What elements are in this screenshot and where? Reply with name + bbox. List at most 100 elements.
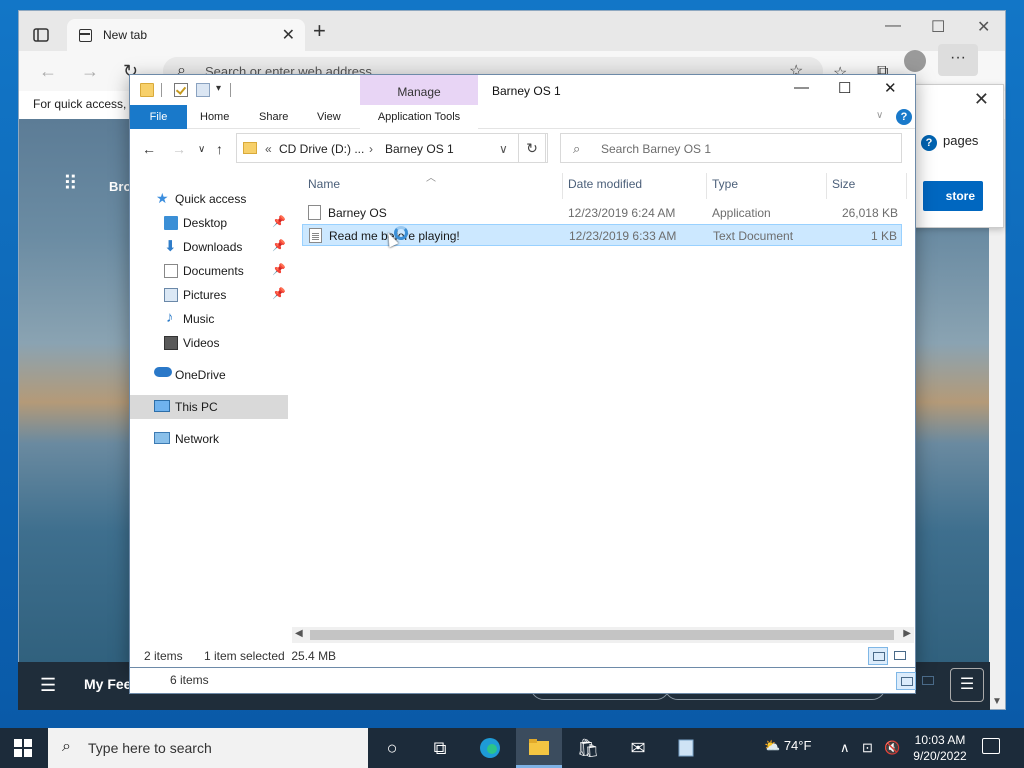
popup-store-button[interactable]: store bbox=[923, 181, 983, 211]
forward-icon[interactable]: → bbox=[81, 61, 99, 82]
pin-icon[interactable]: 📌 bbox=[272, 287, 286, 300]
tab-actions-icon[interactable] bbox=[29, 23, 53, 47]
popup-close-icon[interactable]: ✕ bbox=[974, 89, 989, 110]
recent-locations-icon[interactable]: ∨ bbox=[198, 144, 205, 155]
sidebar-item-this-pc[interactable]: This PC bbox=[130, 395, 288, 419]
computer-icon bbox=[154, 400, 170, 412]
tab-file[interactable]: File bbox=[130, 105, 187, 129]
column-header-type[interactable]: Type bbox=[712, 177, 738, 191]
apps-grid-icon[interactable]: ⠿ bbox=[63, 171, 78, 196]
scroll-left-icon[interactable]: ◀ bbox=[295, 628, 303, 639]
scrollbar-thumb[interactable] bbox=[310, 630, 894, 640]
back-icon[interactable]: ← bbox=[39, 61, 57, 82]
browser-close-button[interactable]: ✕ bbox=[977, 17, 990, 37]
windows-start-icon[interactable] bbox=[14, 739, 32, 757]
tab-application-tools[interactable]: Application Tools bbox=[360, 105, 478, 129]
edge-icon[interactable] bbox=[478, 736, 502, 760]
breadcrumb-cd-drive[interactable]: CD Drive (D:) ... bbox=[279, 142, 364, 156]
download-icon: ⬇ bbox=[164, 238, 177, 255]
forward-icon[interactable]: → bbox=[172, 141, 186, 157]
sidebar-item-videos[interactable]: Videos bbox=[130, 331, 288, 355]
taskbar-search-input[interactable]: ⌕ Type here to search bbox=[48, 728, 368, 768]
help-icon: ? bbox=[921, 135, 937, 151]
store-icon[interactable]: 🛍 bbox=[576, 736, 600, 760]
column-header-size[interactable]: Size bbox=[832, 177, 855, 191]
hamburger-menu-icon[interactable]: ☰ bbox=[40, 675, 56, 696]
chevron-up-icon[interactable]: ∧ bbox=[840, 740, 850, 756]
new-folder-icon[interactable] bbox=[196, 83, 210, 97]
file-explorer-taskbar-button[interactable] bbox=[516, 728, 562, 768]
address-path[interactable]: « CD Drive (D:) ... › Barney OS 1 ∨ bbox=[236, 133, 548, 163]
application-file-icon bbox=[308, 205, 321, 220]
properties-icon[interactable] bbox=[174, 83, 188, 97]
clock[interactable]: 10:03 AM 9/20/2022 bbox=[908, 732, 972, 764]
large-icons-view-icon[interactable] bbox=[918, 672, 938, 690]
large-icons-view-icon[interactable] bbox=[890, 647, 910, 665]
mail-icon[interactable]: ✉ bbox=[626, 736, 650, 760]
customize-quick-access-icon[interactable]: ▾ bbox=[216, 83, 221, 94]
manage-contextual-tab[interactable]: Manage bbox=[360, 75, 478, 105]
music-icon: ♪ bbox=[166, 309, 174, 326]
volume-muted-icon[interactable]: 🔇 bbox=[884, 740, 900, 756]
weather-widget[interactable]: ⛅ 74°F bbox=[764, 738, 811, 754]
details-view-icon[interactable] bbox=[868, 647, 888, 665]
tab-home[interactable]: Home bbox=[200, 105, 229, 129]
desktop-icons-edge bbox=[0, 40, 18, 660]
path-overflow[interactable]: « bbox=[265, 142, 272, 156]
horizontal-scrollbar[interactable]: ◀ ▶ bbox=[292, 627, 914, 643]
details-view-icon[interactable] bbox=[896, 672, 916, 690]
column-header-name[interactable]: Name bbox=[308, 177, 340, 191]
taskbar-search-placeholder: Type here to search bbox=[88, 740, 212, 756]
browser-tab[interactable]: New tab ✕ bbox=[67, 19, 305, 51]
temperature: 74°F bbox=[783, 738, 812, 753]
new-tab-button[interactable]: + bbox=[313, 20, 326, 42]
cloud-icon bbox=[154, 367, 172, 377]
more-options-button[interactable]: ··· bbox=[938, 44, 978, 76]
notepad-icon[interactable] bbox=[674, 736, 698, 760]
help-icon[interactable]: ? bbox=[896, 109, 912, 125]
file-row[interactable]: Barney OS 12/23/2019 6:24 AM Application… bbox=[302, 202, 902, 224]
expand-ribbon-icon[interactable]: ∨ bbox=[876, 110, 883, 121]
sidebar-item-onedrive[interactable]: OneDrive bbox=[130, 363, 288, 387]
column-header-date[interactable]: Date modified bbox=[568, 177, 642, 191]
search-input[interactable]: ⌕ Search Barney OS 1 bbox=[560, 133, 902, 163]
background-explorer-status: 6 items bbox=[129, 668, 934, 694]
taskbar: ⌕ Type here to search ○ ⧉ 🛍 ✉ ⛅ 74°F ∧ ⊡… bbox=[0, 728, 1024, 768]
notification-center-icon[interactable] bbox=[982, 738, 1000, 754]
sidebar-item-music[interactable]: ♪ Music bbox=[130, 307, 288, 331]
maximize-button[interactable]: ☐ bbox=[838, 79, 851, 97]
feed-layout-icon[interactable]: ☰ bbox=[950, 668, 984, 702]
sidebar-item-desktop[interactable]: Desktop 📌 bbox=[130, 211, 288, 235]
sidebar-item-network[interactable]: Network bbox=[130, 427, 288, 451]
chevron-down-icon[interactable]: ∨ bbox=[499, 142, 508, 156]
pin-icon[interactable]: 📌 bbox=[272, 263, 286, 276]
sidebar-item-pictures[interactable]: Pictures 📌 bbox=[130, 283, 288, 307]
background-item-count: 6 items bbox=[170, 673, 209, 687]
navigation-pane: ★ Quick access Desktop 📌 ⬇ Downloads 📌 D… bbox=[130, 171, 290, 641]
scroll-right-icon[interactable]: ▶ bbox=[903, 628, 911, 639]
breadcrumb-barney-os[interactable]: Barney OS 1 bbox=[385, 142, 454, 156]
tab-share[interactable]: Share bbox=[259, 105, 288, 129]
cortana-icon[interactable]: ○ bbox=[380, 736, 404, 760]
search-icon: ⌕ bbox=[573, 141, 581, 156]
tab-view[interactable]: View bbox=[317, 105, 341, 129]
task-view-icon[interactable]: ⧉ bbox=[428, 736, 452, 760]
back-icon[interactable]: ← bbox=[142, 141, 156, 157]
sidebar-item-documents[interactable]: Documents 📌 bbox=[130, 259, 288, 283]
refresh-icon[interactable]: ↻ bbox=[518, 133, 546, 163]
pin-icon[interactable]: 📌 bbox=[272, 215, 286, 228]
sidebar-item-downloads[interactable]: ⬇ Downloads 📌 bbox=[130, 235, 288, 259]
profile-avatar[interactable] bbox=[904, 50, 926, 72]
search-icon: ⌕ bbox=[62, 738, 71, 755]
network-status-icon[interactable]: ⊡ bbox=[862, 740, 873, 756]
minimize-button[interactable]: — bbox=[794, 79, 809, 96]
close-tab-icon[interactable]: ✕ bbox=[282, 25, 295, 45]
chevron-right-icon[interactable]: › bbox=[369, 142, 373, 156]
sidebar-item-quick-access[interactable]: ★ Quick access bbox=[130, 187, 288, 211]
browser-minimize-button[interactable]: — bbox=[885, 17, 901, 35]
up-icon[interactable]: ↑ bbox=[216, 141, 223, 157]
sort-ascending-icon: ︿ bbox=[426, 173, 436, 184]
pin-icon[interactable]: 📌 bbox=[272, 239, 286, 252]
close-button[interactable]: ✕ bbox=[884, 79, 897, 97]
browser-maximize-button[interactable]: ☐ bbox=[931, 17, 945, 37]
